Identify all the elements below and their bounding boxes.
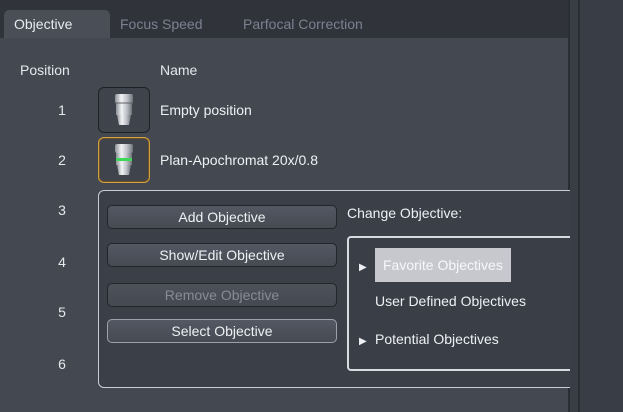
change-objective-label: Change Objective:	[347, 205, 463, 221]
objective-color-ring	[116, 158, 132, 161]
tree-item-potential-objectives[interactable]: ▶ Potential Objectives	[359, 322, 499, 356]
objective-name-1: Empty position	[160, 102, 252, 118]
objective-lens-icon	[115, 94, 133, 125]
tree-item-favorite-objectives[interactable]: ▶ Favorite Objectives	[359, 248, 511, 282]
position-number-1: 1	[58, 102, 66, 118]
expand-arrow-icon[interactable]: ▶	[359, 251, 375, 285]
position-number-4: 4	[58, 254, 66, 270]
panel-splitter[interactable]	[578, 0, 580, 412]
tab-bar: Objective Focus Speed Parfocal Correctio…	[0, 0, 568, 38]
remove-objective-button[interactable]: Remove Objective	[107, 283, 337, 307]
objective-lens-icon	[115, 144, 133, 175]
name-column-header: Name	[160, 62, 198, 78]
tab-parfocal-correction[interactable]: Parfocal Correction	[233, 10, 373, 38]
add-objective-button[interactable]: Add Objective	[107, 205, 337, 229]
expand-arrow-icon[interactable]: ▶	[359, 325, 375, 359]
objective-panel: Objective Focus Speed Parfocal Correctio…	[0, 0, 610, 412]
position-number-3: 3	[58, 202, 66, 218]
objective-action-popup: Add Objective Show/Edit Objective Remove…	[98, 190, 610, 388]
objective-slot-1-button[interactable]	[98, 87, 150, 133]
position-number-5: 5	[58, 304, 66, 320]
objective-name-2: Plan-Apochromat 20x/0.8	[160, 152, 318, 168]
position-number-2: 2	[58, 152, 66, 168]
right-side-dark-area	[570, 0, 623, 412]
position-number-6: 6	[58, 356, 66, 372]
tab-focus-speed[interactable]: Focus Speed	[110, 10, 213, 38]
tab-objective[interactable]: Objective	[4, 10, 110, 38]
tab-empty-slot	[381, 10, 561, 38]
objective-slot-2-button[interactable]	[98, 137, 150, 183]
objective-category-tree: ▶ Favorite Objectives User Defined Object…	[347, 236, 597, 371]
show-edit-objective-button[interactable]: Show/Edit Objective	[107, 243, 337, 267]
select-objective-button[interactable]: Select Objective	[107, 319, 337, 343]
tree-item-user-defined-objectives[interactable]: User Defined Objectives	[375, 284, 526, 318]
position-column-header: Position	[20, 62, 70, 78]
